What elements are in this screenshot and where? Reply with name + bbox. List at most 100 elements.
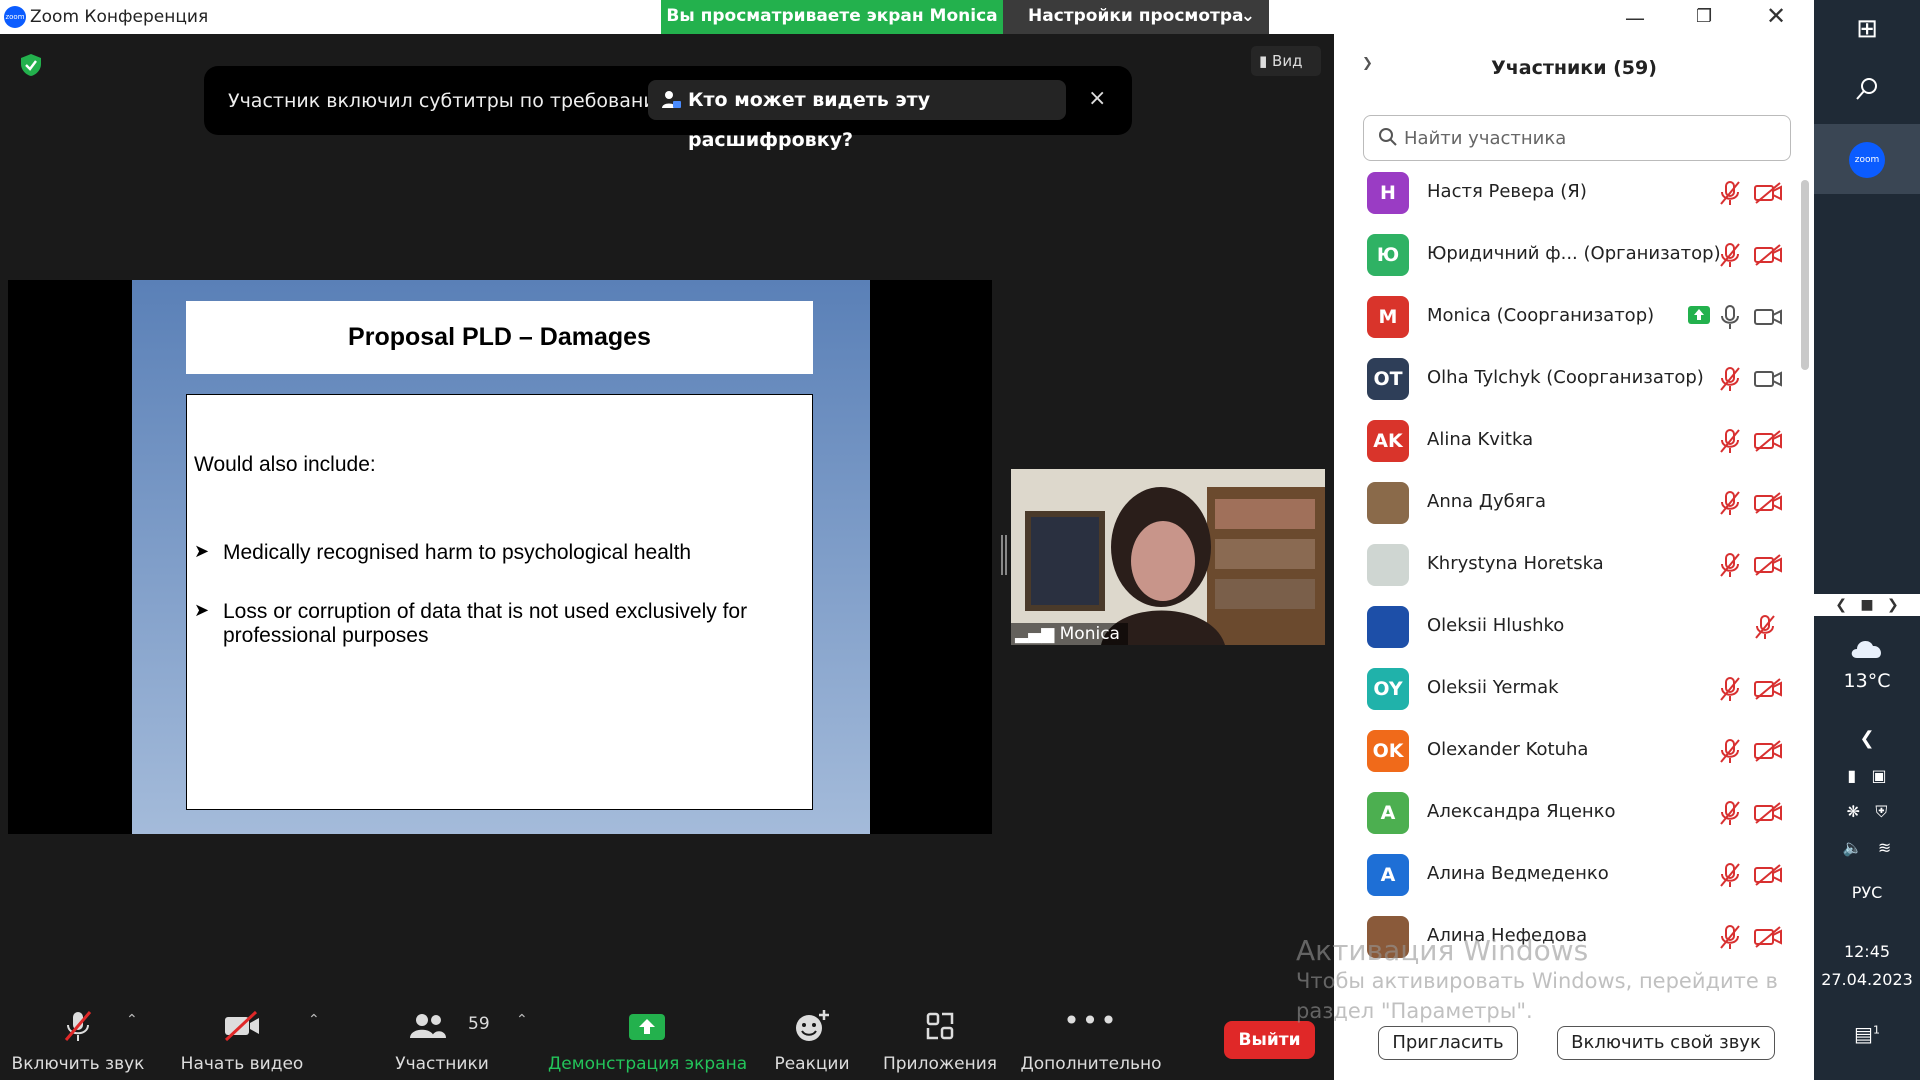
- participant-row[interactable]: Ю Юридичний ф... (Организатор): [1334, 232, 1800, 294]
- mic-muted-icon: [1718, 490, 1742, 520]
- slide-body: Would also include: ➤ Medically recognis…: [186, 394, 813, 810]
- mic-muted-icon: [1718, 366, 1742, 396]
- more-button[interactable]: ••• Дополнительно: [1018, 990, 1164, 1080]
- taskbar-zoom-app[interactable]: zoom: [1814, 124, 1920, 194]
- view-button[interactable]: ▮ Вид: [1251, 46, 1321, 76]
- temperature[interactable]: 13°C: [1814, 670, 1920, 692]
- participant-row[interactable]: AK Alina Kvitka: [1334, 418, 1800, 480]
- audio-options-caret-icon[interactable]: ⌃: [126, 1012, 138, 1028]
- clock-date[interactable]: 27.04.2023: [1814, 970, 1920, 989]
- meeting-toolbar: Включить звук ⌃ Начать видео ⌃ 59 Участн…: [0, 990, 1334, 1080]
- mic-muted-icon: [1718, 862, 1742, 892]
- apps-button[interactable]: Приложения: [880, 990, 1000, 1080]
- participant-search-input[interactable]: Найти участника: [1363, 115, 1791, 161]
- search-icon: [1379, 128, 1397, 146]
- participant-row[interactable]: Khrystyna Horetska: [1334, 542, 1800, 604]
- system-tray-usb-icon[interactable]: ▮ ▣: [1814, 766, 1920, 785]
- clock-time[interactable]: 12:45: [1814, 942, 1920, 961]
- participant-name: Юридичний ф... (Организатор): [1427, 243, 1721, 264]
- participant-name: Настя Ревера (Я): [1427, 181, 1587, 202]
- windows-start-icon[interactable]: ⊞: [1814, 14, 1920, 44]
- participant-row[interactable]: A Александра Яценко: [1334, 790, 1800, 852]
- participant-avatar: M: [1367, 296, 1409, 338]
- arrow-bullet-icon: ➤: [194, 600, 210, 620]
- video-tile[interactable]: ▂▄▆ Monica: [1011, 469, 1325, 645]
- video-off-icon: [224, 1010, 259, 1042]
- mic-muted-icon: [1718, 242, 1742, 272]
- unmute-self-button[interactable]: Включить свой звук: [1557, 1026, 1775, 1060]
- view-button-label: Вид: [1272, 52, 1303, 70]
- participant-row[interactable]: OY Oleksii Yermak: [1334, 666, 1800, 728]
- who-can-see-transcript-button[interactable]: Кто может видеть эту расшифровку?: [648, 80, 1066, 151]
- participant-avatar: AK: [1367, 420, 1409, 462]
- share-screen-button[interactable]: Демонстрация экрана: [548, 990, 747, 1080]
- window-title: Zoom Конференция: [30, 7, 209, 27]
- notifications-icon[interactable]: ▤1: [1814, 1022, 1920, 1046]
- participant-row[interactable]: OT Olha Tylchyk (Соорганизатор): [1334, 356, 1800, 418]
- encryption-shield-icon[interactable]: [18, 52, 44, 78]
- system-tray-volume-icon[interactable]: 🔈 ≋: [1814, 838, 1920, 857]
- zoom-logo-icon: zoom: [4, 6, 26, 28]
- participant-avatar: A: [1367, 792, 1409, 834]
- participant-row[interactable]: Anna Дубяга: [1334, 480, 1800, 542]
- video-off-icon: [1753, 243, 1783, 271]
- participant-video-image: [1011, 469, 1325, 645]
- participant-row[interactable]: Н Настя Ревера (Я): [1334, 170, 1800, 232]
- participant-row[interactable]: A Алина Ведмеденко: [1334, 852, 1800, 914]
- slide-title: Proposal PLD – Damages: [348, 323, 651, 351]
- participant-avatar: Н: [1367, 172, 1409, 214]
- participant-row[interactable]: M Monica (Соорганизатор): [1334, 294, 1800, 356]
- video-off-icon: [1753, 677, 1783, 705]
- participant-name: Oleksii Yermak: [1427, 677, 1559, 698]
- video-off-icon: [1753, 181, 1783, 209]
- close-icon[interactable]: ×: [1088, 86, 1106, 111]
- mic-muted-icon: [1718, 800, 1742, 830]
- participant-avatar: OY: [1367, 668, 1409, 710]
- windows-taskbar: ⊞ zoom ❮ ■ ❯ 13°C ❮ ▮ ▣ ❋ ⛨ 🔈 ≋ РУС 12:4…: [1814, 0, 1920, 1080]
- restore-window-icon[interactable]: ❐: [1696, 6, 1712, 27]
- minimize-icon[interactable]: —: [1625, 6, 1645, 30]
- video-options-caret-icon[interactable]: ⌃: [308, 1012, 320, 1028]
- leave-button[interactable]: Выйти: [1224, 1021, 1315, 1059]
- invite-button[interactable]: Пригласить: [1378, 1026, 1518, 1060]
- taskbar-scroll-arrows[interactable]: ❮ ■ ❯: [1814, 594, 1920, 616]
- shared-screen[interactable]: Proposal PLD – Damages Would also includ…: [8, 280, 992, 834]
- video-name-label: ▂▄▆ Monica: [1011, 623, 1128, 645]
- transcript-button-label: Кто может видеть эту расшифровку?: [688, 89, 931, 151]
- scrollbar-thumb[interactable]: [1801, 180, 1809, 370]
- participants-panel: — ❐ ✕ ❯ Участники (59) Найти участника Н…: [1334, 0, 1814, 1080]
- video-off-icon: [1753, 491, 1783, 519]
- view-settings-button[interactable]: Настройки просмотра ⌄: [1003, 0, 1269, 34]
- start-video-button[interactable]: Начать видео: [172, 990, 312, 1080]
- participant-row[interactable]: OK Olexander Kotuha: [1334, 728, 1800, 790]
- more-dots-icon: •••: [1063, 1004, 1119, 1037]
- view-layout-icon: ▮: [1259, 52, 1268, 70]
- video-on-icon: [1753, 367, 1783, 395]
- captions-notification: Участник включил субтитры по требованию …: [204, 66, 1132, 151]
- language-indicator[interactable]: РУС: [1814, 883, 1920, 902]
- system-tray-bluetooth-icon[interactable]: ❋ ⛨: [1814, 802, 1920, 822]
- show-hidden-icons-chevron-icon[interactable]: ❮: [1814, 728, 1920, 749]
- participant-name: Khrystyna Horetska: [1427, 553, 1604, 574]
- participant-name: Anna Дубяга: [1427, 491, 1547, 512]
- participant-avatar: A: [1367, 854, 1409, 896]
- video-off-icon: [1753, 801, 1783, 829]
- reactions-button[interactable]: Реакции: [766, 990, 858, 1080]
- unmute-button[interactable]: Включить звук: [0, 990, 156, 1080]
- participant-list[interactable]: Н Настя Ревера (Я) Ю Юридичний ф... (Органи…: [1334, 170, 1800, 1000]
- panel-splitter-handle[interactable]: [1001, 535, 1007, 575]
- cloud-weather-icon[interactable]: [1848, 634, 1886, 660]
- search-icon[interactable]: [1854, 76, 1880, 102]
- participants-button[interactable]: 59 Участники: [382, 990, 502, 1080]
- participants-count: 59: [468, 1014, 490, 1034]
- participant-row[interactable]: Oleksii Hlushko: [1334, 604, 1800, 666]
- notifications-count: 1: [1872, 1023, 1880, 1037]
- notification-text: Участник включил субтитры по требованию: [228, 90, 672, 112]
- participants-options-caret-icon[interactable]: ⌃: [516, 1012, 528, 1028]
- participant-photo-avatar: [1367, 606, 1409, 648]
- participant-name: Monica (Соорганизатор): [1427, 305, 1655, 326]
- mic-muted-icon: [1718, 552, 1742, 582]
- close-window-icon[interactable]: ✕: [1766, 2, 1786, 30]
- mic-on-icon: [1718, 304, 1742, 334]
- signal-bars-icon: ▂▄▆: [1015, 624, 1055, 644]
